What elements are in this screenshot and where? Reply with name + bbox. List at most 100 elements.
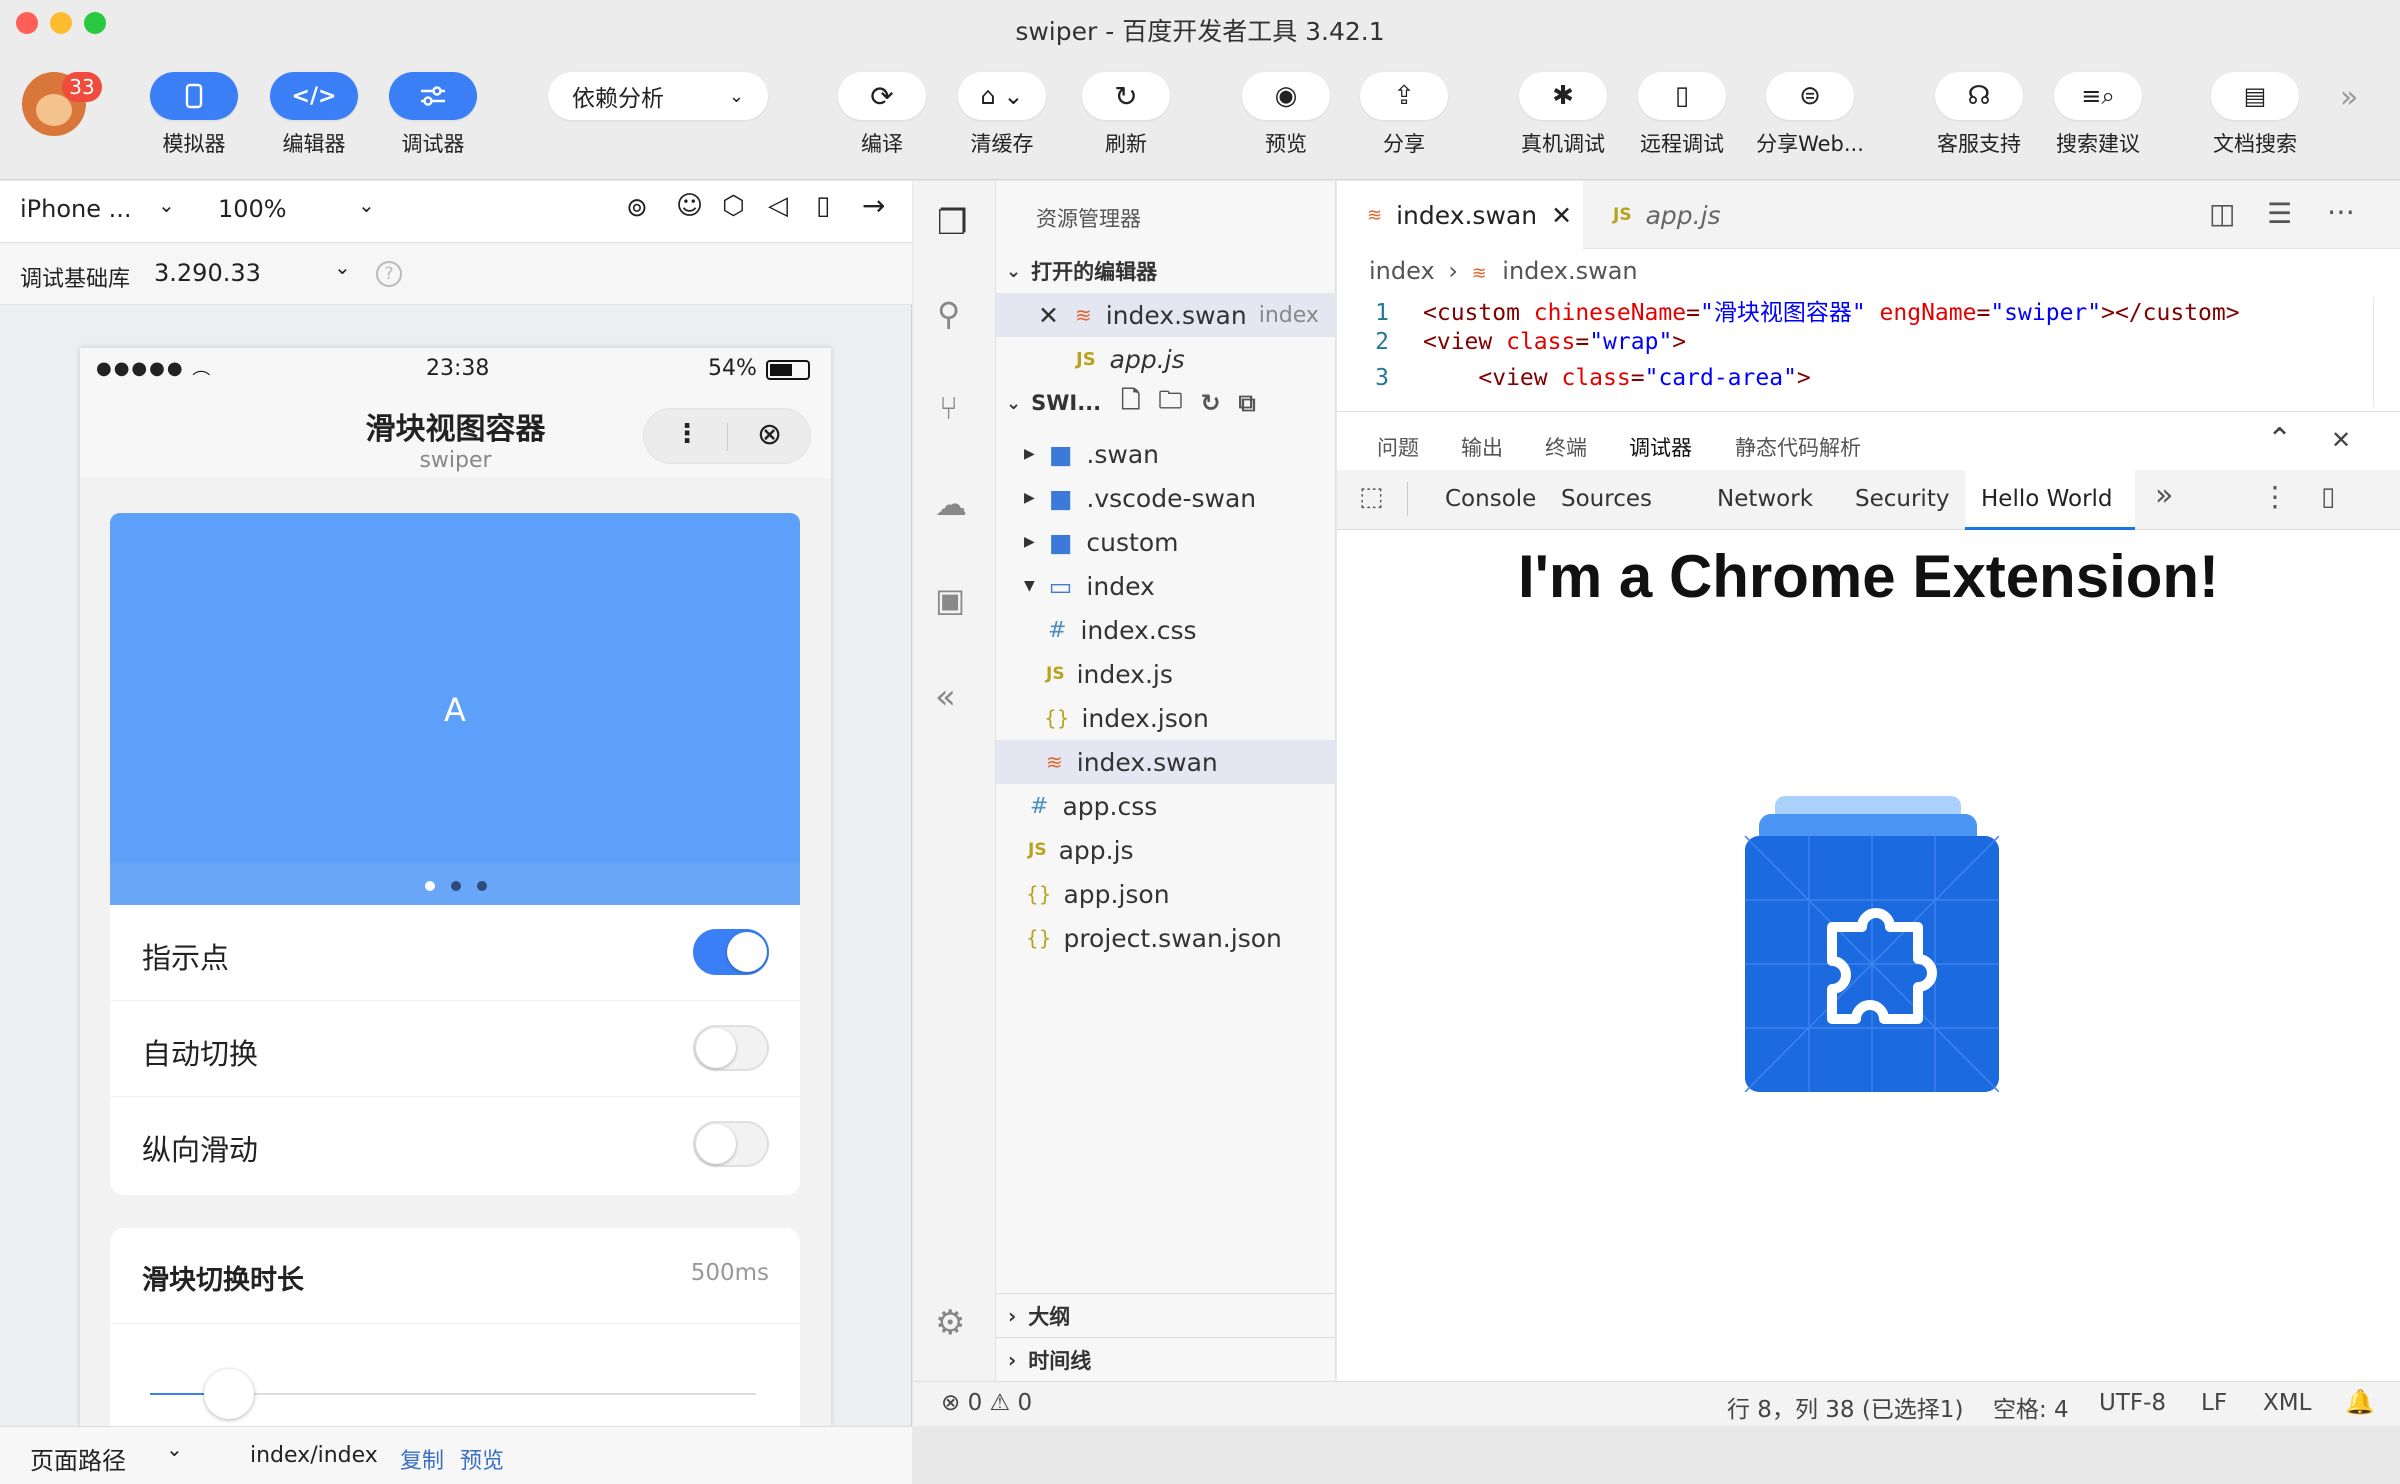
device-select[interactable]: iPhone ... — [20, 195, 132, 223]
new-file-icon[interactable]: 🗋 — [1121, 383, 1140, 424]
preview-button[interactable]: ◉ — [1242, 72, 1330, 120]
more-vertical-icon[interactable]: ⋮ — [2261, 480, 2289, 513]
file-item[interactable]: JS app.js — [996, 828, 1336, 872]
rotate-phone-icon[interactable]: ▯ — [816, 191, 830, 221]
tab-debugger[interactable]: 调试器 — [1629, 432, 1692, 472]
indicator-dot[interactable] — [425, 881, 435, 891]
code-area[interactable]: 1 <custom chineseName="滑块视图容器" engName="s… — [1337, 293, 2400, 411]
tab-terminal[interactable]: 终端 — [1545, 432, 1587, 462]
debugger-button[interactable] — [389, 72, 477, 120]
swiper-slide[interactable]: A — [110, 513, 800, 905]
inspect-element-icon[interactable]: ⬚ — [1359, 482, 1384, 512]
duration-slider[interactable] — [150, 1369, 756, 1419]
share-web-button[interactable]: ⊜ — [1766, 72, 1854, 120]
more-chevron-icon[interactable]: » — [2340, 80, 2358, 115]
simulator-button[interactable] — [150, 72, 238, 120]
devtools-tab-security[interactable]: Security — [1855, 486, 1949, 512]
refresh-icon[interactable]: ↻ — [1200, 389, 1220, 417]
cursor-position[interactable]: 行 8，列 38 (已选择1) — [1727, 1390, 1963, 1424]
new-folder-icon[interactable]: 🗀 — [1158, 383, 1182, 424]
autoplay-switch[interactable] — [693, 1025, 769, 1071]
open-editors-header[interactable]: ⌄ 打开的编辑器 — [996, 249, 1336, 293]
encoding[interactable]: UTF-8 — [2099, 1390, 2166, 1416]
link-rings-icon[interactable]: ⊚ — [626, 193, 648, 223]
devtools-tab-sources[interactable]: Sources — [1561, 486, 1652, 512]
source-control-icon[interactable]: ⑂ — [939, 389, 958, 427]
sound-icon[interactable]: ◁ — [768, 191, 788, 221]
toggle-wrap-icon[interactable]: ☰ — [2267, 197, 2292, 230]
search-icon[interactable]: ⚲ — [937, 295, 960, 333]
copy-link[interactable]: 复制 — [400, 1443, 444, 1475]
chevron-down-icon[interactable]: ⌄ — [166, 1437, 183, 1461]
project-header[interactable]: ⌄ SWI... 🗋 🗀 ↻ ⧉ — [996, 381, 1336, 425]
help-icon[interactable]: ? — [376, 261, 402, 287]
line-ending[interactable]: LF — [2201, 1390, 2227, 1416]
file-item[interactable]: # app.css — [996, 784, 1336, 828]
open-editor-item[interactable]: JS app.js — [996, 337, 1336, 381]
indicator-dots-switch[interactable] — [693, 929, 769, 975]
file-item[interactable]: # index.css — [996, 608, 1336, 652]
indicator-dot[interactable] — [477, 881, 487, 891]
close-circle-icon[interactable]: ⊗ — [757, 417, 782, 452]
tab-index-swan[interactable]: ≋ index.swan ✕ — [1337, 181, 1583, 249]
extension-logo-icon[interactable]: « — [935, 677, 956, 717]
support-button[interactable]: ☊ — [1935, 72, 2023, 120]
file-item[interactable]: {} index.json — [996, 696, 1336, 740]
more-tabs-icon[interactable]: » — [2155, 478, 2173, 513]
code-line[interactable]: 1 <custom chineseName="滑块视图容器" engName="s… — [1337, 293, 2239, 329]
remote-debug-button[interactable]: ▯ — [1638, 72, 1726, 120]
files-icon[interactable]: ❐ — [937, 203, 967, 243]
more-horizontal-icon[interactable]: ⋯ — [2327, 195, 2355, 228]
zoom-select[interactable]: 100% — [218, 195, 287, 223]
tab-output[interactable]: 输出 — [1461, 432, 1503, 462]
devtools-tab-hello-world[interactable]: Hello World — [1965, 470, 2135, 530]
cube-icon[interactable]: ⬡ — [722, 191, 745, 221]
share-button[interactable]: ⇪ — [1360, 72, 1448, 120]
editor-button[interactable]: </> — [270, 72, 358, 120]
more-vertical-icon[interactable]: ⋮ — [674, 419, 700, 449]
bell-icon[interactable]: 🔔 — [2345, 1388, 2375, 1416]
collapse-all-icon[interactable]: ⧉ — [1239, 389, 1256, 417]
base-lib-select[interactable]: 3.290.33 — [154, 259, 261, 287]
arrow-right-icon[interactable]: → — [862, 189, 885, 222]
tab-static-analysis[interactable]: 静态代码解析 — [1735, 432, 1861, 462]
folder-item[interactable]: ▶ ■ .vscode-swan — [996, 476, 1336, 520]
code-line[interactable]: 3 <view class="card-area"> — [1337, 365, 1811, 401]
close-icon[interactable]: ✕ — [2331, 426, 2351, 454]
file-item[interactable]: {} project.swan.json — [996, 916, 1336, 960]
dependency-select[interactable]: 依赖分析 ⌄ — [548, 72, 768, 120]
slider-handle[interactable] — [203, 1369, 254, 1419]
device-toggle-icon[interactable]: ▯ — [2321, 482, 2335, 512]
code-line[interactable]: 2 <view class="wrap"> — [1337, 329, 1686, 365]
folder-item[interactable]: ▶ ■ custom — [996, 520, 1336, 564]
timeline-header[interactable]: › 时间线 — [996, 1337, 1336, 1381]
devtools-tab-network[interactable]: Network — [1717, 486, 1813, 512]
clear-cache-button[interactable]: ⌂ ⌄ — [958, 72, 1046, 120]
real-debug-button[interactable]: ✱ — [1519, 72, 1607, 120]
preview-link[interactable]: 预览 — [460, 1443, 504, 1475]
outline-header[interactable]: › 大纲 — [996, 1293, 1336, 1337]
gear-icon[interactable]: ⚙ — [935, 1303, 965, 1343]
indicator-dot[interactable] — [451, 881, 461, 891]
page-path-label[interactable]: 页面路径 — [30, 1441, 126, 1476]
user-icon[interactable]: ☺ — [676, 191, 703, 221]
minimap[interactable] — [2373, 297, 2400, 407]
open-editor-item[interactable]: ✕ ≋ index.swan index — [996, 293, 1336, 337]
compile-button[interactable]: ⟳ — [838, 72, 926, 120]
file-item[interactable]: ≋ index.swan — [996, 740, 1336, 784]
folder-item[interactable]: ▶ ■ .swan — [996, 432, 1336, 476]
close-icon[interactable]: ✕ — [1551, 201, 1572, 230]
folder-item[interactable]: ▼ ▭ index — [996, 564, 1336, 608]
tab-problems[interactable]: 问题 — [1377, 432, 1419, 462]
indentation[interactable]: 空格: 4 — [1993, 1390, 2069, 1424]
monitor-icon[interactable]: ▣ — [935, 581, 965, 619]
chevron-up-icon[interactable]: ⌃ — [2267, 422, 2292, 457]
file-item[interactable]: {} app.json — [996, 872, 1336, 916]
cloud-icon[interactable]: ☁ — [935, 485, 967, 523]
file-item[interactable]: JS index.js — [996, 652, 1336, 696]
devtools-tab-console[interactable]: Console — [1445, 486, 1536, 512]
search-suggest-button[interactable]: ≡⌕ — [2054, 72, 2142, 120]
split-editor-icon[interactable]: ◫ — [2209, 197, 2235, 230]
doc-search-button[interactable]: ▤ — [2211, 72, 2299, 120]
vertical-switch[interactable] — [693, 1121, 769, 1167]
